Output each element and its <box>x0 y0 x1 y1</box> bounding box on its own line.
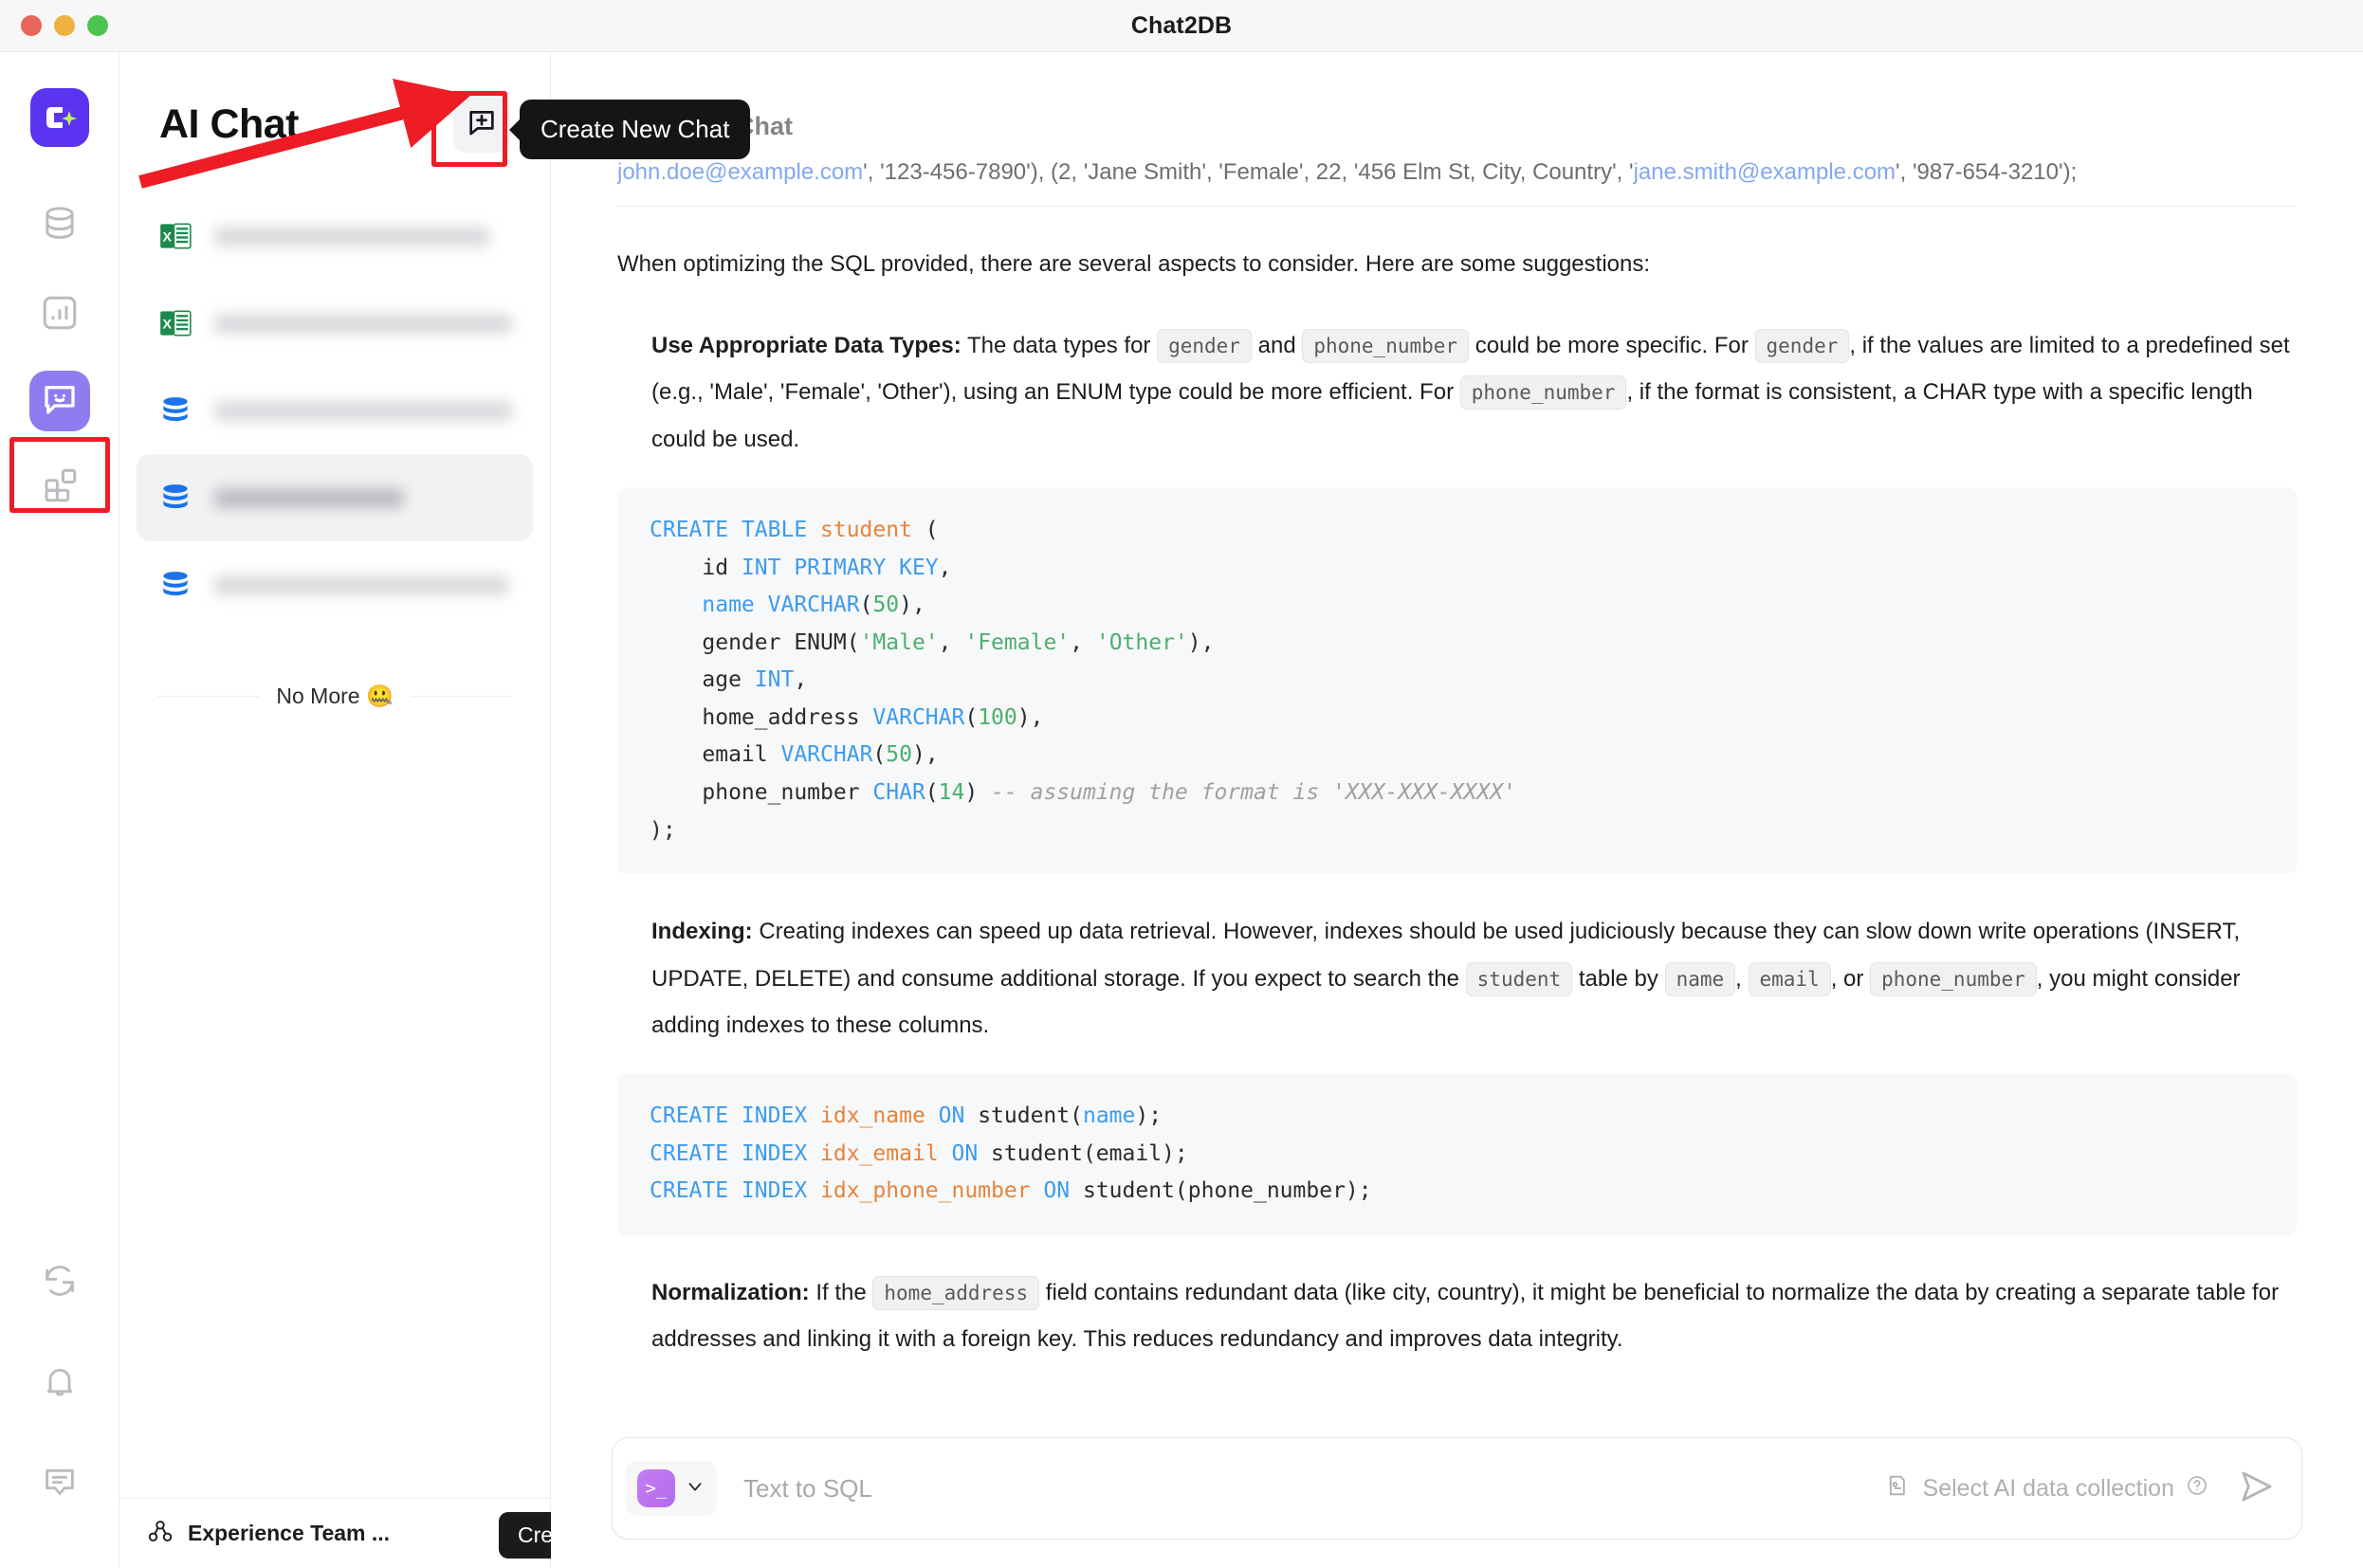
select-data-collection-label: Select AI data collection <box>1922 1474 2174 1502</box>
svg-text:X: X <box>163 318 173 333</box>
create-new-chat-tooltip: Create New Chat <box>520 100 751 159</box>
sidebar-item-database[interactable] <box>27 192 93 259</box>
inline-code-phone-number: phone_number <box>1302 328 1470 363</box>
section-normalization: Normalization: If the home_address field… <box>617 1269 2297 1363</box>
section-heading: Indexing: <box>651 919 753 945</box>
database-blue-icon <box>157 480 193 516</box>
sidebar-item-notifications[interactable] <box>27 1350 93 1416</box>
inline-code-gender: gender <box>1157 328 1252 363</box>
rail-bottom-group <box>27 1215 93 1568</box>
data-collection-icon <box>1885 1472 1912 1505</box>
list-item-label <box>214 313 512 334</box>
list-item-label <box>214 574 508 595</box>
chat-list: X X <box>119 192 550 629</box>
chart-bar-icon <box>40 293 80 337</box>
snippet-email-2: jane.smith@example.com <box>1633 159 1896 185</box>
svg-text:X: X <box>163 230 173 246</box>
section-heading: Use Appropriate Data Types: <box>651 332 962 358</box>
excel-icon: X <box>157 305 193 341</box>
inline-code-home-address: home_address <box>872 1276 1040 1311</box>
terminal-icon: >_ <box>637 1469 675 1507</box>
intro-paragraph: When optimizing the SQL provided, there … <box>617 251 1651 278</box>
conversation-scroll[interactable]: New Chat john.doe@example.com', '123-456… <box>551 52 2363 1416</box>
message-divider <box>617 206 2297 208</box>
sidebar-item-sync[interactable] <box>27 1249 93 1316</box>
database-icon <box>40 204 80 248</box>
section-text: , <box>1735 965 1749 992</box>
section-text: and <box>1251 332 1303 358</box>
page-title: AI Chat <box>159 100 300 147</box>
divider-line-left <box>157 696 260 697</box>
chat-smiley-icon <box>40 379 80 424</box>
snippet-text-2: ', '987-654-3210'); <box>1896 159 2078 185</box>
sidebar-item-ai-chat[interactable] <box>28 371 90 431</box>
section-heading: Normalization: <box>651 1280 810 1306</box>
list-item[interactable] <box>137 454 533 541</box>
code-block-create-index[interactable]: CREATE INDEX idx_name ON student(name); … <box>617 1073 2297 1236</box>
section-text: table by <box>1572 965 1665 992</box>
title-bar: Chat2DB <box>0 0 2363 52</box>
question-circle-icon[interactable] <box>2186 1474 2208 1504</box>
chat-list-panel: AI Chat X X No More 🤐 Experience Team ..… <box>119 52 662 1568</box>
scrolled-sql-snippet: john.doe@example.com', '123-456-7890'), … <box>617 147 2297 196</box>
inline-code-name: name <box>1664 961 1736 996</box>
conversation-panel: New Chat john.doe@example.com', '123-456… <box>551 52 2363 1568</box>
list-item[interactable]: X <box>137 192 533 280</box>
annotation-highlight-ai-chat-rail <box>9 437 110 513</box>
list-item-label <box>214 226 489 246</box>
sidebar-item-dashboard[interactable] <box>27 282 93 348</box>
navigation-rail <box>0 52 119 1568</box>
window-title: Chat2DB <box>1130 11 1233 39</box>
list-item[interactable] <box>137 541 533 629</box>
section-text: could be more specific. For <box>1469 332 1755 358</box>
message-author-row: New Chat <box>617 52 2297 147</box>
prompt-input[interactable] <box>743 1473 1885 1504</box>
select-data-collection-button[interactable]: Select AI data collection <box>1885 1472 2208 1505</box>
inline-code-phone-number: phone_number <box>1870 961 2037 996</box>
refresh-icon <box>41 1262 79 1304</box>
composer-area: >_ Select AI data collection <box>551 1416 2363 1568</box>
annotation-highlight-new-chat-button <box>431 91 507 167</box>
list-item[interactable]: X <box>137 280 533 367</box>
section-text: The data types for <box>961 332 1158 358</box>
list-item-label <box>214 400 512 421</box>
list-item[interactable] <box>137 367 533 454</box>
app-body: AI Chat X X No More 🤐 Experience Team ..… <box>0 52 2363 1568</box>
section-indexing: Indexing: Creating indexes can speed up … <box>617 908 2297 1048</box>
database-blue-icon <box>157 567 193 603</box>
mode-selector[interactable]: >_ <box>626 1461 717 1516</box>
team-icon <box>146 1517 174 1550</box>
chevron-down-icon <box>685 1476 705 1502</box>
logo-glyph <box>46 107 77 128</box>
excel-icon: X <box>157 218 193 254</box>
database-blue-icon <box>157 392 193 428</box>
section-text: If the <box>809 1280 873 1306</box>
inline-code-student: student <box>1465 961 1573 996</box>
section-text: , or <box>1830 965 1871 992</box>
snippet-text-1: ', '123-456-7890'), (2, 'Jane Smith', 'F… <box>863 159 1634 185</box>
composer: >_ Select AI data collection <box>612 1437 2302 1540</box>
end-of-list-label: No More 🤐 <box>276 684 394 708</box>
chat2db-logo <box>29 88 89 147</box>
send-button[interactable] <box>2237 1467 2277 1511</box>
app-window: Chat2DB AI Chat X X No More 🤐 Experience… <box>0 0 2363 1568</box>
bell-icon <box>41 1362 79 1405</box>
divider-line-right <box>410 696 513 697</box>
sidebar-item-feedback[interactable] <box>27 1450 93 1517</box>
snippet-email-1: john.doe@example.com <box>617 159 864 185</box>
inline-code-phone-number: phone_number <box>1459 375 1627 410</box>
list-item-label <box>214 487 404 508</box>
inline-code-email: email <box>1748 961 1831 996</box>
team-footer[interactable]: Experience Team ... Create Team <box>119 1498 662 1568</box>
end-of-list-divider: No More 🤐 <box>157 684 513 709</box>
section-data-types: Use Appropriate Data Types: The data typ… <box>617 322 2297 463</box>
code-block-create-table[interactable]: CREATE TABLE student ( id INT PRIMARY KE… <box>617 487 2297 875</box>
team-name: Experience Team ... <box>188 1521 391 1545</box>
inline-code-gender: gender <box>1754 328 1850 363</box>
message-lines-icon <box>41 1463 79 1505</box>
